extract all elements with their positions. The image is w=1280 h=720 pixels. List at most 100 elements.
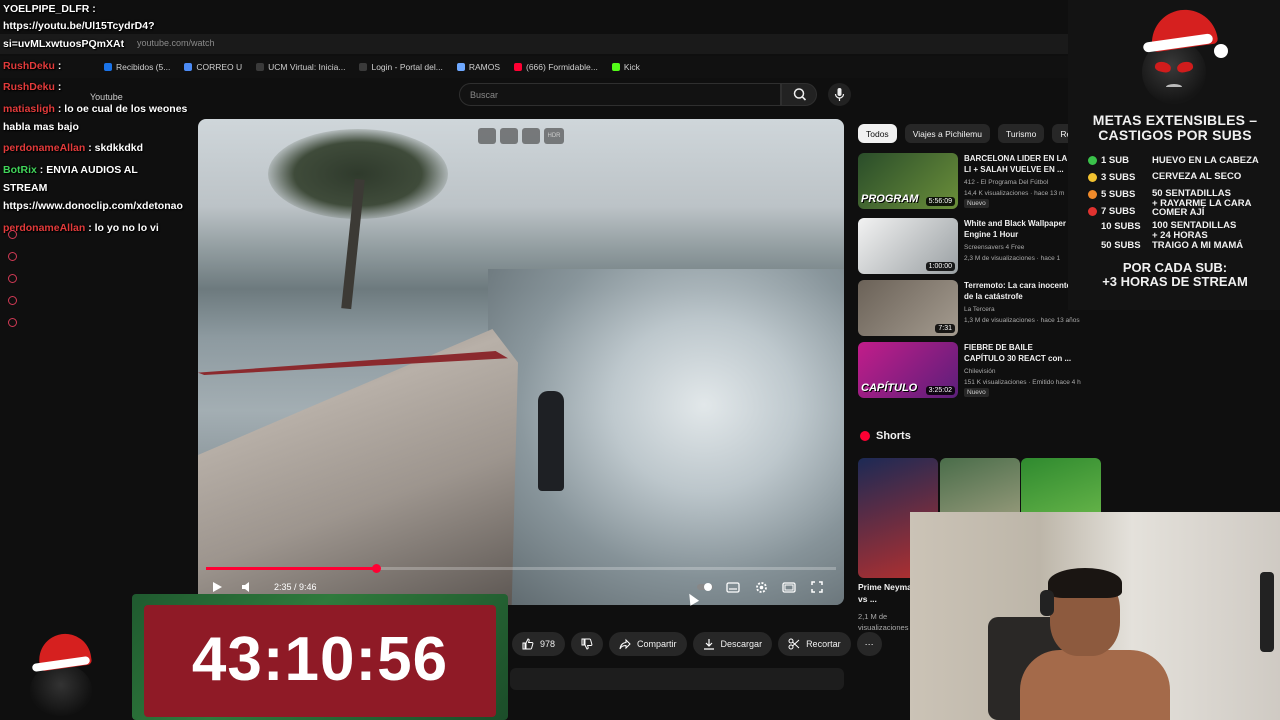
recommended-video[interactable]: PROGRAM 5:56:09 BARCELONA LIDER EN LA LI +… [858, 153, 1098, 209]
chat-text: STREAM [3, 182, 48, 194]
subtitles-icon [726, 581, 740, 593]
description-box[interactable] [510, 668, 844, 690]
goal-threshold: 7 SUBS [1088, 206, 1135, 217]
video-overlay-icons: HDR [478, 128, 564, 144]
video-title[interactable]: FIEBRE DE BAILE CAPÍTULO 30 REACT con ..… [964, 342, 1074, 364]
goal-threshold: 1 SUB [1088, 155, 1129, 166]
bookmark-item[interactable]: Kick [611, 62, 640, 72]
time-display: 2:35 / 9:46 [274, 582, 317, 592]
pip-icon[interactable] [478, 128, 496, 144]
video-title[interactable]: White and Black Wallpaper Engine 1 Hour [964, 218, 1074, 240]
goal-label: 1 SUB [1101, 155, 1129, 166]
filter-chip[interactable]: Turismo [997, 124, 1045, 143]
pause-icon[interactable] [522, 128, 540, 144]
microphone-icon [834, 88, 845, 101]
search-input[interactable]: Buscar [459, 83, 781, 106]
filter-chip[interactable]: Viajes a Pichilemu [904, 124, 990, 143]
chat-username[interactable]: matiasligh [3, 103, 55, 115]
goal-label: 50 SUBS [1101, 240, 1141, 251]
filter-chip[interactable]: Todos [858, 124, 897, 143]
thumbs-down-icon [581, 638, 593, 650]
video-duration: 7:31 [935, 324, 955, 333]
goal-dot-icon [1088, 156, 1097, 165]
goal-dot-icon [1088, 190, 1097, 199]
video-thumbnail[interactable]: 7:31 [858, 280, 958, 336]
short-title[interactable]: Prime Neymar vs ... [858, 581, 918, 605]
goals-title: METAS EXTENSIBLES – CASTIGOS POR SUBS [1072, 113, 1278, 143]
like-button[interactable]: 978 [512, 632, 566, 656]
video-thumbnail[interactable]: CAPÍTULO 3:25:02 [858, 342, 958, 398]
chat-icon [8, 274, 17, 283]
video-player[interactable] [198, 119, 844, 605]
view-count: 1,3 M de visualizaciones · hace 13 años [964, 317, 1080, 324]
subtitles-button[interactable] [724, 578, 742, 596]
video-meta: Chilevisión 151 K visualizaciones · Emiti… [964, 366, 1094, 388]
chat-message: RushDeku : [3, 78, 61, 96]
bookmark-label: RAMOS [468, 62, 500, 72]
chat-separator: : [89, 3, 96, 15]
view-count: 151 K visualizaciones · Emitido hace 4 h [964, 379, 1081, 386]
new-badge: Nuevo [964, 388, 989, 397]
channel-name[interactable]: Chilevisión [964, 366, 1094, 377]
chat-text: ENVIA AUDIOS AL [46, 164, 138, 176]
recommended-video[interactable]: CAPÍTULO 3:25:02 FIEBRE DE BAILE CAPÍTULO … [858, 342, 1098, 398]
webcam-lamp [1260, 572, 1274, 652]
chat-separator: : [36, 164, 47, 176]
bookmark-item[interactable]: RAMOS [456, 62, 500, 72]
video-title[interactable]: Terremoto: La cara inocente de la catást… [964, 280, 1074, 302]
download-icon [703, 639, 714, 650]
video-actions: 978 Compartir Descargar Recortar ⋯ [512, 632, 882, 656]
bookmark-label: Login - Portal del... [371, 62, 443, 72]
stream-screen: youtube.com/watch Recibidos (5... CORREO … [0, 0, 1280, 720]
video-duration: 1:00:00 [925, 262, 955, 271]
new-badge: Nuevo [964, 199, 989, 208]
goal-punishment: HUEVO EN LA CABEZA [1152, 155, 1259, 166]
fullscreen-button[interactable] [808, 578, 826, 596]
chat-text: https://youtu.be/Ul15TcydrD4? [3, 20, 155, 32]
chat-username[interactable]: RushDeku [3, 60, 55, 72]
goals-footer: POR CADA SUB: +3 HORAS DE STREAM [1072, 261, 1278, 289]
chat-message: BotRix : ENVIA AUDIOS AL [3, 161, 138, 179]
headset-icon [1040, 590, 1054, 616]
exit-icon[interactable] [500, 128, 518, 144]
video-title[interactable]: BARCELONA LIDER EN LA LI + SALAH VUELVE … [964, 153, 1074, 175]
shorts-icon [860, 431, 870, 441]
stream-chat-overlay: YOELPIPE_DLFR : https://youtu.be/Ul15Tcy… [0, 0, 210, 240]
goal-label: 5 SUBS [1101, 189, 1136, 200]
bookmark-item[interactable]: Login - Portal del... [359, 62, 443, 72]
clip-button[interactable]: Recortar [778, 632, 851, 656]
search-button[interactable] [781, 83, 817, 106]
recommended-video[interactable]: 7:31 Terremoto: La cara inocente de la ca… [858, 280, 1098, 336]
chat-separator: : [85, 142, 95, 154]
shorts-header: Shorts [860, 430, 911, 442]
santa-hat-pom [1214, 44, 1228, 58]
bookmark-item[interactable]: UCM Virtual: Inicia... [256, 62, 345, 72]
bookmark-favicon-icon [359, 63, 368, 71]
goal-threshold: 10 SUBS [1088, 221, 1141, 232]
theater-mode-button[interactable] [780, 578, 798, 596]
chat-icon [8, 230, 17, 239]
bookmark-item[interactable]: (666) Formidable... [514, 62, 598, 72]
chat-username[interactable]: perdonameAllan [3, 142, 85, 154]
share-button[interactable]: Compartir [609, 632, 687, 656]
scissors-icon [788, 638, 800, 650]
chat-text: skdkkdkd [94, 142, 144, 154]
share-label: Compartir [637, 639, 677, 649]
dislike-button[interactable] [571, 632, 604, 656]
settings-button[interactable] [752, 578, 770, 596]
play-icon [213, 582, 222, 592]
chat-text: lo yo no lo vi [94, 222, 159, 234]
chat-username[interactable]: RushDeku [3, 81, 55, 93]
autoplay-toggle[interactable] [696, 578, 714, 596]
recommended-video[interactable]: 1:00:00 White and Black Wallpaper Engine … [858, 218, 1098, 274]
chat-username[interactable]: BotRix [3, 164, 37, 176]
chat-separator: : [54, 103, 65, 115]
mascot-eye [1154, 60, 1172, 74]
chat-username[interactable]: YOELPIPE_DLFR [3, 3, 89, 15]
video-thumbnail[interactable]: PROGRAM 5:56:09 [858, 153, 958, 209]
video-thumbnail[interactable]: 1:00:00 [858, 218, 958, 274]
more-actions-button[interactable]: ⋯ [856, 632, 882, 656]
voice-search-button[interactable] [828, 83, 851, 106]
download-button[interactable]: Descargar [692, 632, 773, 656]
progress-bar[interactable] [206, 564, 836, 573]
